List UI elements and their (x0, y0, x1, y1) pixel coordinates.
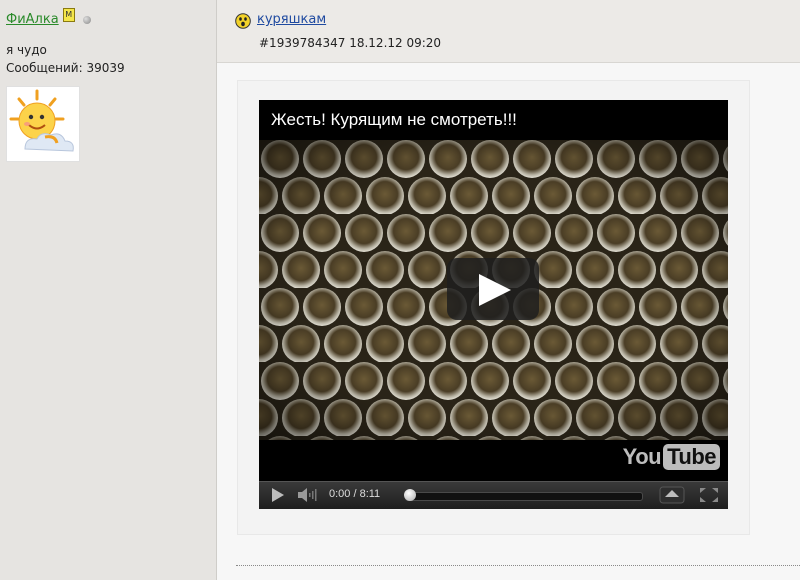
username-link[interactable]: ФиАлка (6, 12, 59, 27)
fullscreen-button[interactable] (697, 485, 721, 505)
play-overlay-button[interactable] (447, 258, 539, 320)
online-status-icon (82, 15, 91, 24)
fullscreen-icon (700, 488, 718, 502)
youtube-player[interactable]: Жесть! Курящим не смотреть!!! You Tube 0… (259, 100, 728, 509)
more-options-button[interactable] (659, 485, 685, 505)
volume-button[interactable] (295, 485, 321, 505)
play-icon (272, 488, 284, 502)
post-divider (236, 565, 800, 566)
user-sidebar: ФиАлка M я чудо Сообщений: 39039 (0, 0, 217, 580)
time-display: 0:00 / 8:11 (329, 488, 381, 500)
video-title[interactable]: Жесть! Курящим не смотреть!!! (271, 110, 517, 130)
speaker-icon (298, 488, 317, 502)
user-title: я чудо (6, 43, 47, 57)
post-count: Сообщений: 39039 (6, 61, 125, 75)
play-icon (479, 274, 511, 306)
seek-handle[interactable] (404, 489, 416, 501)
youtube-logo[interactable]: You Tube (623, 444, 720, 470)
user-row: ФиАлка M (6, 7, 91, 27)
seek-bar[interactable] (404, 489, 643, 501)
topic-title-link[interactable]: куряшкам (257, 12, 326, 27)
surprised-smiley-icon (235, 13, 251, 29)
moderator-badge-icon: M (62, 7, 75, 22)
post-header: куряшкам #1939784347 18.12.12 09:20 (217, 0, 800, 63)
play-button[interactable] (263, 484, 291, 506)
avatar[interactable] (6, 86, 80, 162)
video-thumbnail[interactable] (259, 140, 728, 440)
eject-icon (659, 486, 685, 504)
post-content: Жесть! Курящим не смотреть!!! You Tube 0… (217, 63, 800, 580)
player-controls: 0:00 / 8:11 (259, 481, 728, 509)
post-id-timestamp: #1939784347 18.12.12 09:20 (259, 36, 442, 50)
sun-avatar-icon (9, 89, 74, 152)
